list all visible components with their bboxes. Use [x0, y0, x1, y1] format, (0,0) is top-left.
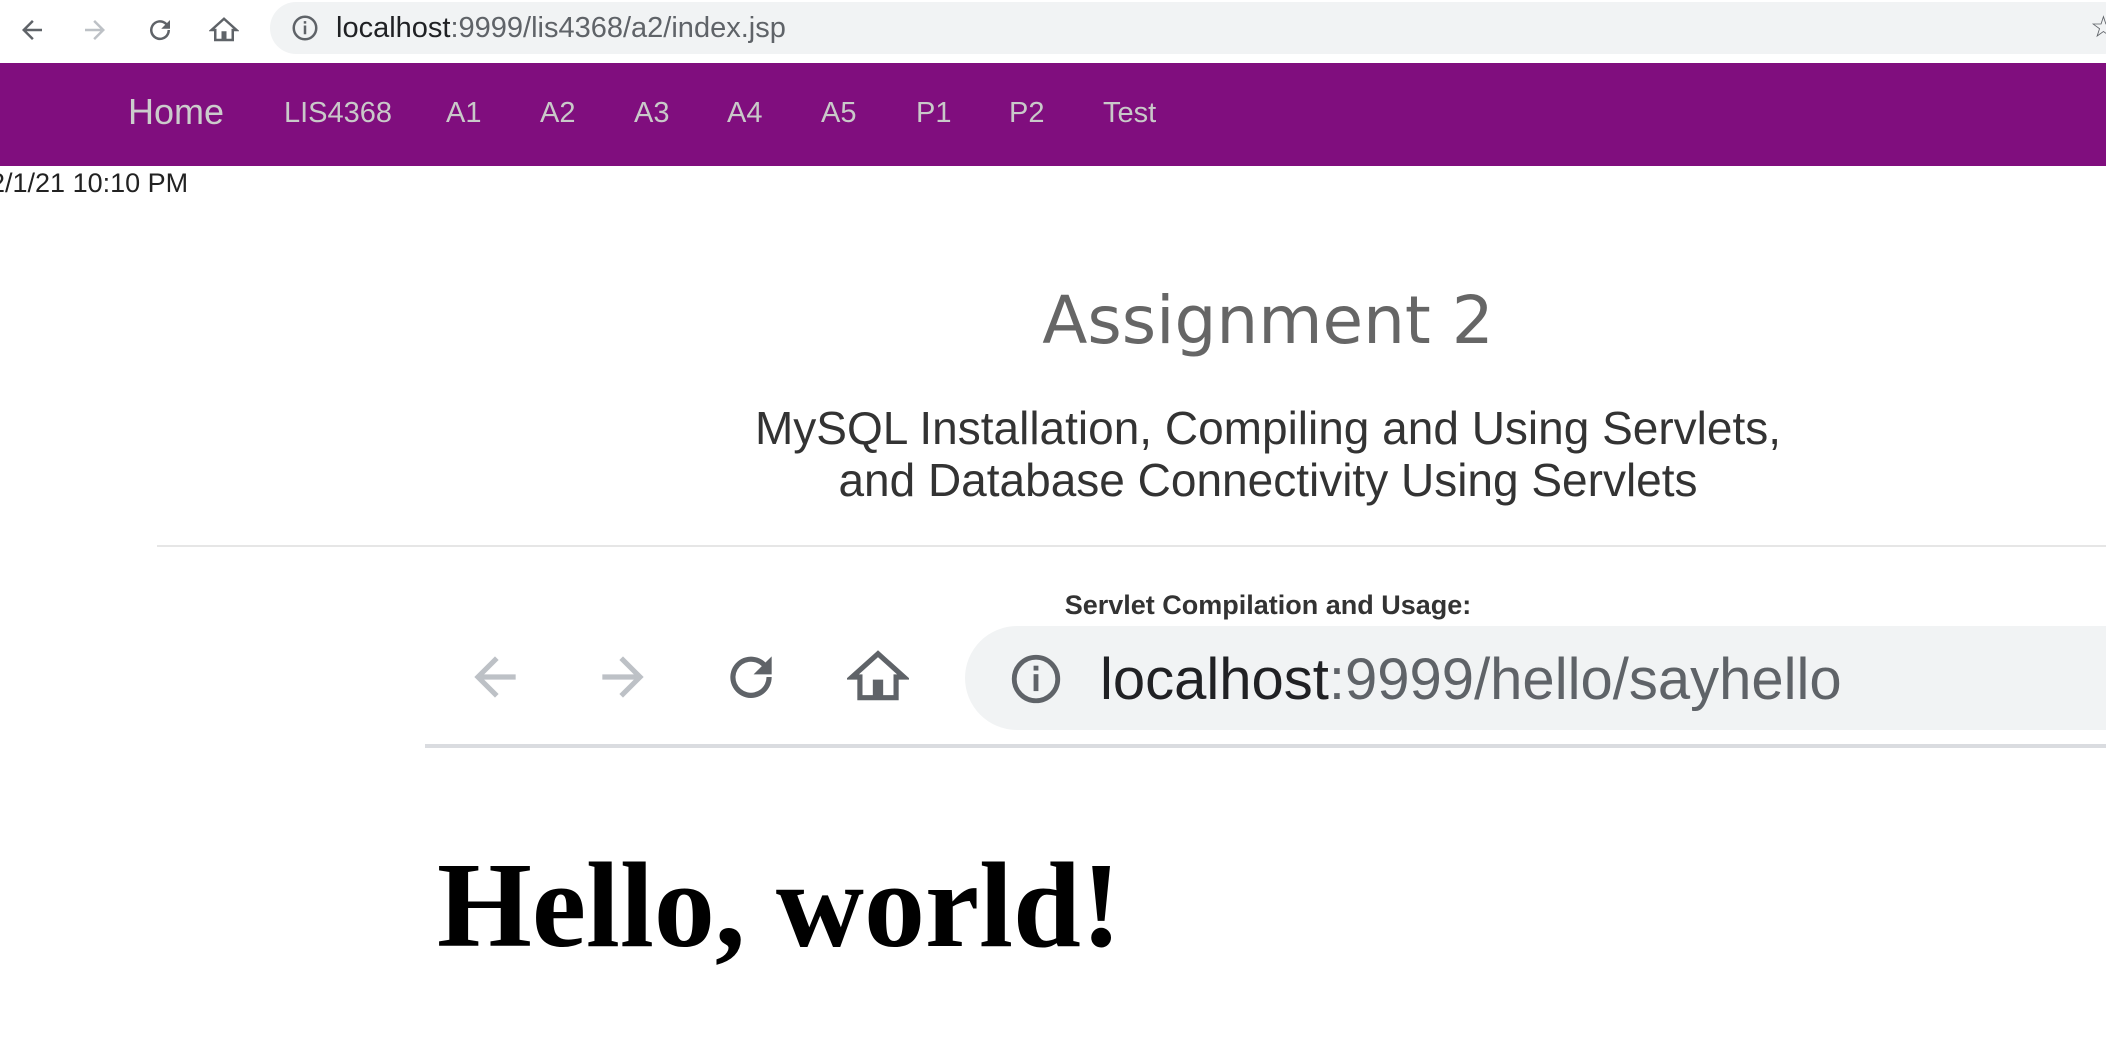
nav-home-link[interactable]: Home: [128, 91, 224, 133]
info-icon: [1007, 650, 1065, 713]
browser-toolbar: localhost:9999/lis4368/a2/index.jsp ☆: [0, 0, 2106, 62]
screenshot-image: localhost:9999/hello/sayhello Hello, wor…: [425, 620, 2106, 1040]
divider: [157, 545, 2106, 547]
timestamp: 2/1/21 10:10 PM: [0, 168, 189, 198]
nav-link-a5[interactable]: A5: [821, 97, 856, 130]
nav-link-p1[interactable]: P1: [916, 97, 951, 130]
site-navbar: Home LIS4368 A1 A2 A3 A4 A5 P1 P2 Test: [0, 63, 2106, 166]
nav-link-test[interactable]: Test: [1103, 97, 1156, 130]
screenshot-url-path: :9999/hello/sayhello: [1328, 647, 1842, 712]
url-text[interactable]: localhost:9999/lis4368/a2/index.jsp: [336, 12, 786, 45]
screenshot-url-text: localhost:9999/hello/sayhello: [1100, 646, 1842, 713]
nav-link-a4[interactable]: A4: [727, 97, 762, 130]
hello-heading: Hello, world!: [437, 838, 1122, 973]
back-icon[interactable]: [12, 10, 52, 50]
screenshot-address-bar: localhost:9999/hello/sayhello: [965, 626, 2106, 730]
home-icon: [843, 642, 913, 712]
nav-link-p2[interactable]: P2: [1009, 97, 1044, 130]
info-icon[interactable]: [290, 13, 320, 48]
nav-link-a1[interactable]: A1: [446, 97, 481, 130]
url-host: localhost: [336, 12, 451, 44]
screenshot-url-host: localhost: [1100, 647, 1329, 712]
nav-link-a3[interactable]: A3: [634, 97, 669, 130]
screenshot-divider: [425, 744, 2106, 748]
forward-icon[interactable]: [75, 10, 115, 50]
nav-link-a2[interactable]: A2: [540, 97, 575, 130]
page-title: Assignment 2: [1042, 282, 1494, 359]
reload-icon: [716, 642, 786, 712]
page-subtitle: MySQL Installation, Compiling and Using …: [0, 402, 2106, 506]
subtitle-line-2: and Database Connectivity Using Servlets: [838, 454, 1698, 506]
section-caption: Servlet Compilation and Usage:: [1064, 590, 1472, 620]
reload-icon[interactable]: [140, 10, 180, 50]
back-icon: [460, 642, 530, 712]
address-bar[interactable]: localhost:9999/lis4368/a2/index.jsp: [270, 2, 2106, 54]
bookmark-star-icon[interactable]: ☆: [2090, 10, 2106, 45]
nav-link-lis4368[interactable]: LIS4368: [284, 97, 392, 130]
forward-icon: [588, 642, 658, 712]
home-icon[interactable]: [204, 10, 244, 50]
url-path: :9999/lis4368/a2/index.jsp: [450, 12, 786, 44]
subtitle-line-1: MySQL Installation, Compiling and Using …: [754, 402, 1782, 454]
